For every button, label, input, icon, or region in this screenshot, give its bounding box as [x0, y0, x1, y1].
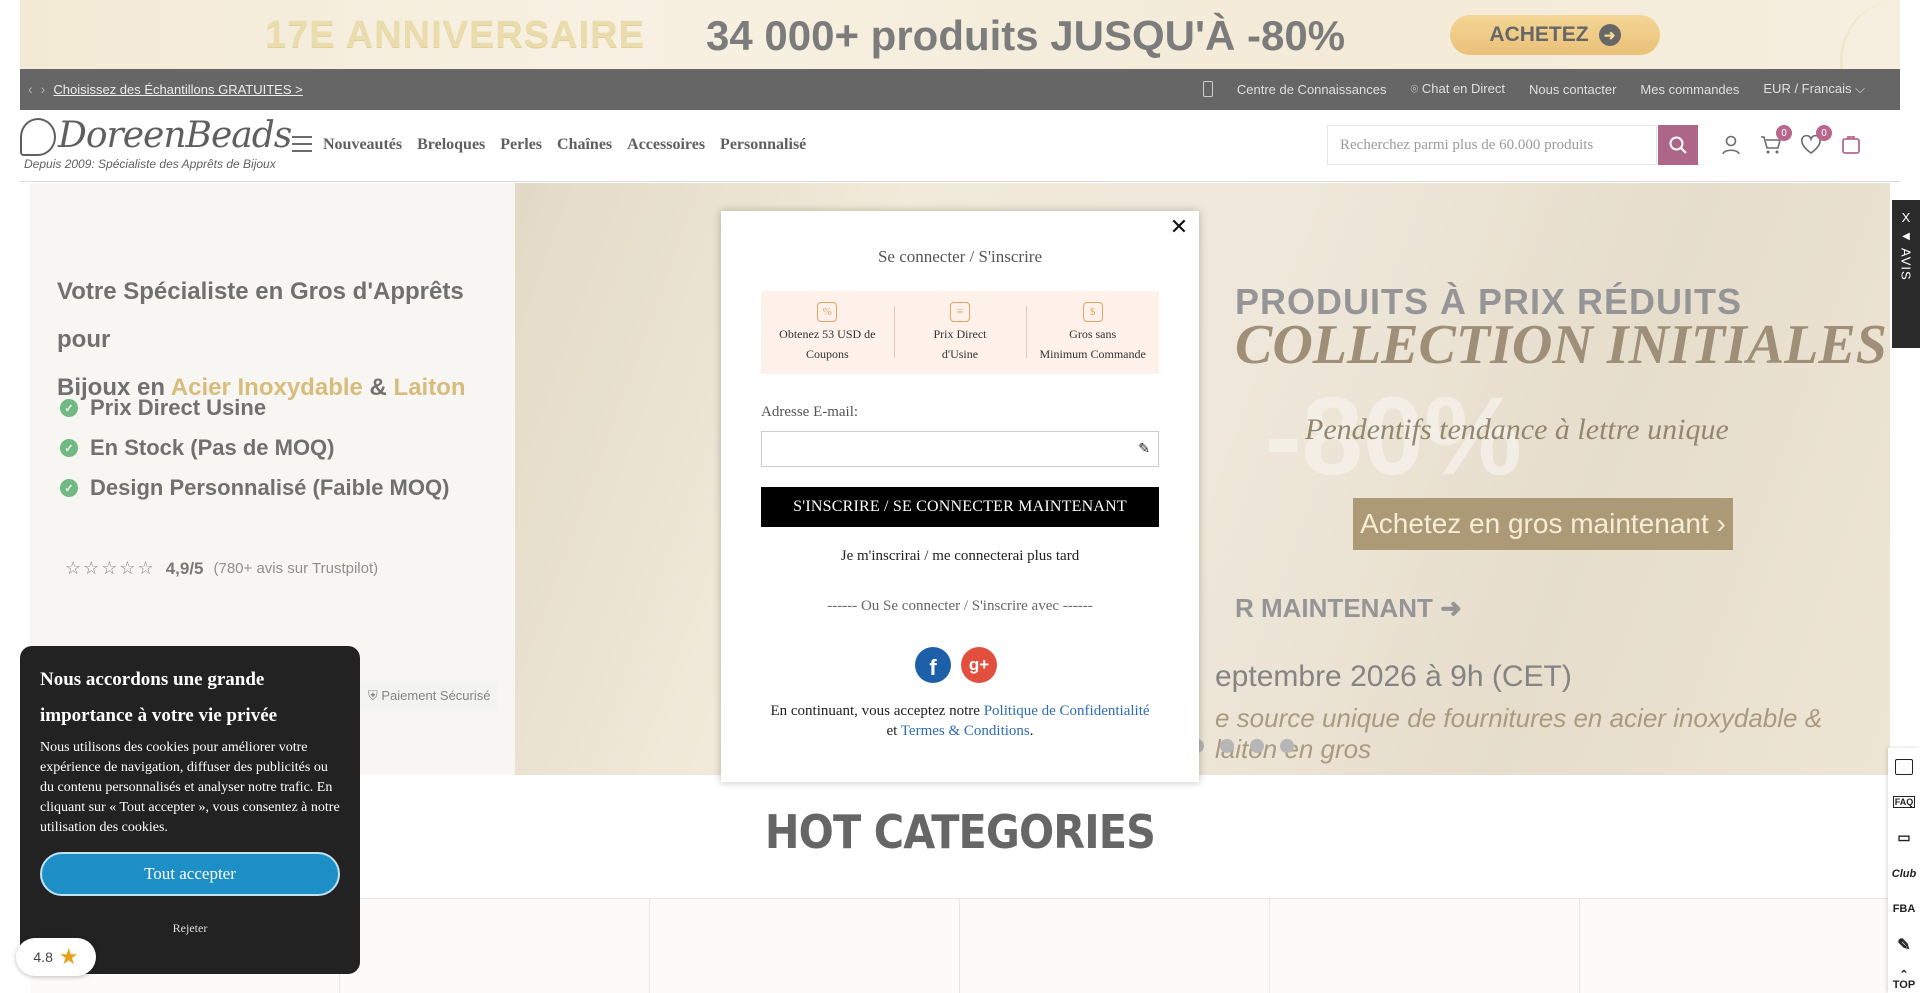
benefit-text: d'Usine [941, 346, 979, 361]
terms-suffix: . [1029, 723, 1034, 739]
terms-prefix: En continuant, vous acceptez notre [770, 703, 984, 719]
social-divider: ------ Ou Se connecter / S'inscrire avec… [827, 598, 1093, 614]
cookie-body: Nous utilisons des cookies pour améliore… [40, 740, 340, 835]
signup-login-button[interactable]: S'INSCRIRE / SE CONNECTER MAINTENANT [761, 487, 1159, 527]
factory-icon: ≡ [950, 301, 970, 322]
club-button[interactable]: Club [1892, 861, 1916, 887]
benefits-panel: % Obtenez 53 USD de Coupons ≡ Prix Direc… [761, 291, 1159, 374]
reviews-side-tab[interactable]: X ◀ AVIS [1892, 200, 1920, 348]
close-icon[interactable]: X [1902, 210, 1911, 225]
notepad-icon: ✎ [1897, 936, 1911, 954]
email-field[interactable] [762, 432, 1158, 466]
package-button[interactable] [1895, 754, 1913, 780]
cookie-title: Nous accordons une grande importance à v… [40, 669, 278, 726]
rating-value: 4.8 [33, 949, 53, 965]
star-icon: ★ [58, 944, 79, 969]
social-login: f g+ [915, 647, 997, 683]
google-plus-icon[interactable]: g+ [961, 647, 997, 683]
modal-title: Se connecter / S'inscrire [877, 247, 1043, 266]
close-icon[interactable]: ✕ [1167, 214, 1191, 239]
login-modal: ✕ Se connecter / S'inscrire % Obtenez 53… [721, 211, 1199, 782]
benefit-text: Obtenez 53 USD de [779, 326, 876, 341]
top-label: TOP [1892, 979, 1916, 992]
later-link[interactable]: Je m'inscrirai / me connecterai plus tar… [721, 548, 1199, 565]
dollar-icon: $ [1082, 301, 1103, 322]
box-icon [1895, 758, 1913, 775]
benefit-text: Coupons [805, 346, 849, 361]
email-field-wrapper: ✎ [761, 431, 1159, 467]
side-toolbar: FAQ ▭ Club FBA ✎ ⌃ TOP [1888, 748, 1920, 993]
percent-icon: % [817, 301, 838, 322]
facebook-icon[interactable]: f [915, 647, 951, 683]
faq-button[interactable]: FAQ [1892, 790, 1916, 816]
accept-all-button[interactable]: Tout accepter [40, 852, 340, 896]
cookie-consent: Nous accordons une grande importance à v… [20, 646, 360, 974]
faq-label: FAQ [1892, 796, 1916, 809]
benefit-text: Prix Direct [933, 326, 987, 341]
privacy-policy-link[interactable]: Politique de Confidentialité [984, 703, 1150, 719]
arrow-left-icon: ◀ [1902, 231, 1910, 242]
benefit-coupons: % Obtenez 53 USD de Coupons [761, 291, 894, 374]
notes-button[interactable]: ✎ [1897, 932, 1910, 958]
benefit-text: Minimum Commande [1039, 346, 1146, 361]
terms-and: et [886, 723, 901, 739]
reject-button[interactable]: Rejeter [20, 921, 360, 936]
benefit-no-minimum: $ Gros sans Minimum Commande [1026, 291, 1159, 374]
benefit-factory-price: ≡ Prix Direct d'Usine [893, 291, 1027, 374]
pencil-icon: ✎ [1138, 440, 1150, 456]
terms-text: En continuant, vous acceptez notre Polit… [741, 701, 1179, 741]
fba-button[interactable]: FBA [1893, 896, 1916, 922]
reviews-label: AVIS [1898, 248, 1914, 281]
terms-conditions-link[interactable]: Termes & Conditions [901, 723, 1030, 739]
rating-widget[interactable]: 4.8 ★ [16, 938, 96, 976]
chat-bubble-icon: ▭ [1897, 829, 1911, 846]
back-to-top-button[interactable]: ⌃ TOP [1893, 967, 1915, 993]
email-label: Adresse E-mail: [761, 404, 859, 420]
chat-button[interactable]: ▭ [1897, 825, 1910, 851]
benefit-text: Gros sans [1069, 326, 1117, 341]
